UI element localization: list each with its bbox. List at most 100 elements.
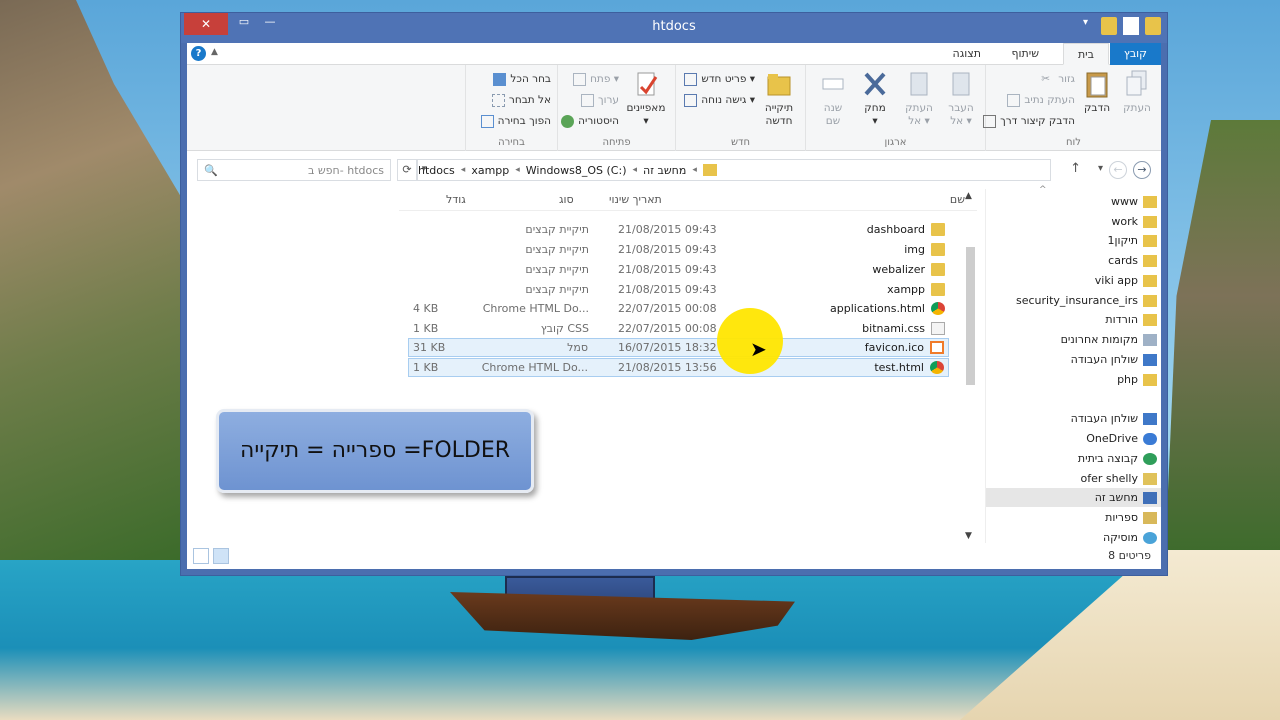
new-item-button[interactable]: פריט חדש ▾ bbox=[684, 71, 755, 87]
new-folder-qat-icon[interactable] bbox=[1101, 17, 1117, 35]
large-icons-view-button[interactable] bbox=[193, 548, 209, 564]
nav-item[interactable]: תיקון1 bbox=[1108, 231, 1157, 250]
file-name: applications.html bbox=[830, 302, 925, 315]
copy-path-button[interactable]: העתק נתיב bbox=[1007, 92, 1075, 108]
recent-locations-dropdown[interactable]: ▾ bbox=[1098, 163, 1103, 174]
address-bar[interactable]: ◂ מחשב זה ◂ Windows8_OS (C:) ◂ xampp ◂ h… bbox=[417, 159, 1051, 181]
breadcrumb-this-pc[interactable]: מחשב זה bbox=[643, 164, 686, 177]
nav-item[interactable]: ofer shelly bbox=[1081, 469, 1157, 488]
column-header-size[interactable]: גודל bbox=[446, 193, 466, 206]
details-view-button[interactable] bbox=[213, 548, 229, 564]
nav-item[interactable]: הורדות bbox=[1105, 310, 1157, 329]
history-icon bbox=[561, 114, 575, 128]
easy-access-button[interactable]: גישה נוחה ▾ bbox=[684, 92, 755, 108]
folder-icon bbox=[1143, 215, 1157, 228]
paste-shortcut-button[interactable]: הדבק קיצור דרך bbox=[983, 113, 1075, 129]
edit-icon bbox=[581, 93, 594, 107]
nav-item[interactable]: www bbox=[1111, 192, 1157, 211]
move-to-button[interactable]: העבר אל ▾ bbox=[941, 69, 981, 128]
file-row[interactable]: xampp 21/08/2015 09:43 תיקיית קבצים bbox=[409, 280, 949, 299]
nav-item[interactable]: שולחן העבודה bbox=[1071, 409, 1157, 428]
nav-item[interactable]: work bbox=[1111, 212, 1157, 231]
delete-button[interactable]: מחק ▾ bbox=[855, 69, 895, 128]
copy-to-icon bbox=[910, 72, 928, 96]
search-box[interactable]: 🔍 חפש ב- htdocs bbox=[197, 159, 391, 181]
collapse-ribbon-icon[interactable]: ▲ bbox=[211, 47, 218, 57]
folder-app-icon bbox=[1145, 17, 1161, 35]
customize-qat-icon[interactable]: ▾ bbox=[1083, 17, 1095, 35]
file-type: Chrome HTML Do... bbox=[481, 361, 588, 374]
file-row-selected[interactable]: test.html 21/08/2015 13:56 Chrome HTML D… bbox=[408, 358, 949, 377]
file-date: 21/08/2015 09:43 bbox=[618, 223, 717, 236]
nav-item[interactable]: קבוצה ביתית bbox=[1078, 449, 1157, 468]
rename-button[interactable]: שנה שם bbox=[813, 69, 853, 128]
nav-item[interactable]: security_insurance_irs bbox=[1016, 291, 1157, 310]
chrome-icon bbox=[930, 361, 944, 374]
nav-item[interactable]: ספריות bbox=[1105, 508, 1157, 527]
file-row[interactable]: dashboard 21/08/2015 09:43 תיקיית קבצים bbox=[409, 220, 949, 239]
nav-item[interactable]: מקומות אחרונים bbox=[1061, 330, 1157, 349]
cut-button[interactable]: ✂ גזור bbox=[1041, 71, 1075, 87]
scrollbar-thumb[interactable] bbox=[966, 247, 975, 385]
new-item-icon bbox=[684, 72, 698, 86]
tab-file[interactable]: קובץ bbox=[1109, 43, 1161, 65]
nav-item-this-pc[interactable]: מחשב זה bbox=[986, 488, 1161, 507]
history-button[interactable]: היסטוריה bbox=[561, 113, 619, 129]
back-button[interactable]: → bbox=[1133, 161, 1151, 179]
title-bar[interactable]: ✕ ▭ — htdocs ▾ bbox=[181, 13, 1167, 43]
scissors-icon: ✂ bbox=[1041, 72, 1051, 85]
properties-qat-icon[interactable] bbox=[1123, 17, 1139, 35]
column-header-type[interactable]: סוג bbox=[559, 193, 574, 206]
user-folder-icon bbox=[1143, 472, 1157, 485]
chevron-icon: ◂ bbox=[692, 165, 697, 175]
nav-item[interactable]: שולחן העבודה bbox=[1071, 350, 1157, 369]
nav-item[interactable]: OneDrive bbox=[1086, 429, 1157, 448]
file-row[interactable]: bitnami.css 22/07/2015 00:08 קובץ CSS 1 … bbox=[409, 319, 949, 338]
paste-button[interactable]: הדבק bbox=[1077, 69, 1117, 115]
file-name: webalizer bbox=[872, 263, 925, 276]
file-row[interactable]: webalizer 21/08/2015 09:43 תיקיית קבצים bbox=[409, 260, 949, 279]
nav-item[interactable]: php bbox=[1117, 370, 1157, 389]
file-type: תיקיית קבצים bbox=[525, 283, 589, 296]
file-type: קובץ CSS bbox=[540, 322, 589, 335]
invert-selection-button[interactable]: הפוך בחירה bbox=[480, 113, 551, 129]
group-label-open: פתיחה bbox=[602, 137, 631, 148]
folder-icon bbox=[1143, 254, 1157, 267]
edit-button[interactable]: ערוך bbox=[581, 92, 619, 108]
refresh-button[interactable]: ⟳ bbox=[397, 159, 417, 181]
tab-share[interactable]: שיתוף bbox=[997, 43, 1053, 65]
tab-home[interactable]: בית bbox=[1062, 43, 1109, 65]
file-row-selected[interactable]: favicon.ico 16/07/2015 18:32 סמל 31 KB bbox=[408, 338, 949, 357]
desktop-icon bbox=[1143, 412, 1157, 425]
nav-item[interactable]: cards bbox=[1108, 251, 1157, 270]
tab-view[interactable]: תצוגה bbox=[939, 43, 995, 65]
file-name: dashboard bbox=[866, 223, 925, 236]
breadcrumb-drive[interactable]: Windows8_OS (C:) bbox=[526, 164, 627, 177]
open-button[interactable]: פתח ▾ bbox=[573, 71, 619, 87]
file-row[interactable]: img 21/08/2015 09:43 תיקיית קבצים bbox=[409, 240, 949, 259]
open-icon bbox=[573, 72, 587, 86]
help-icon[interactable]: ? bbox=[191, 46, 206, 61]
up-button[interactable]: ↑ bbox=[1070, 161, 1081, 176]
ribbon-group-open: מאפיינים ▾ פתח ▾ ערוך היסטוריה פתיחה bbox=[557, 65, 675, 151]
copy-to-button[interactable]: העתק אל ▾ bbox=[899, 69, 939, 128]
music-icon bbox=[1143, 531, 1157, 544]
nav-pane-scrollbar[interactable]: ▲ ▼ bbox=[963, 189, 977, 543]
select-none-button[interactable]: אל תבחר bbox=[491, 92, 551, 108]
nav-item[interactable]: viki app bbox=[1095, 271, 1157, 290]
select-none-icon bbox=[491, 93, 505, 107]
file-row[interactable]: applications.html 22/07/2015 00:08 Chrom… bbox=[409, 299, 949, 318]
scroll-down-icon[interactable]: ▼ bbox=[965, 531, 972, 541]
column-header-date[interactable]: תאריך שינוי bbox=[609, 193, 662, 206]
invert-selection-icon bbox=[480, 114, 494, 128]
forward-button[interactable]: ← bbox=[1109, 161, 1127, 179]
copy-button[interactable]: העתק bbox=[1117, 69, 1157, 115]
select-all-button[interactable]: בחר הכל bbox=[493, 71, 551, 87]
address-dropdown[interactable]: ▾ bbox=[417, 159, 431, 181]
properties-button[interactable]: מאפיינים ▾ bbox=[623, 69, 669, 128]
breadcrumb-xampp[interactable]: xampp bbox=[471, 164, 509, 177]
scroll-up-icon[interactable]: ▲ bbox=[965, 191, 972, 201]
item-count: 8 פריטים bbox=[1108, 549, 1151, 562]
new-folder-button[interactable]: תיקייה חדשה bbox=[759, 69, 799, 128]
folder-icon bbox=[1143, 195, 1157, 208]
